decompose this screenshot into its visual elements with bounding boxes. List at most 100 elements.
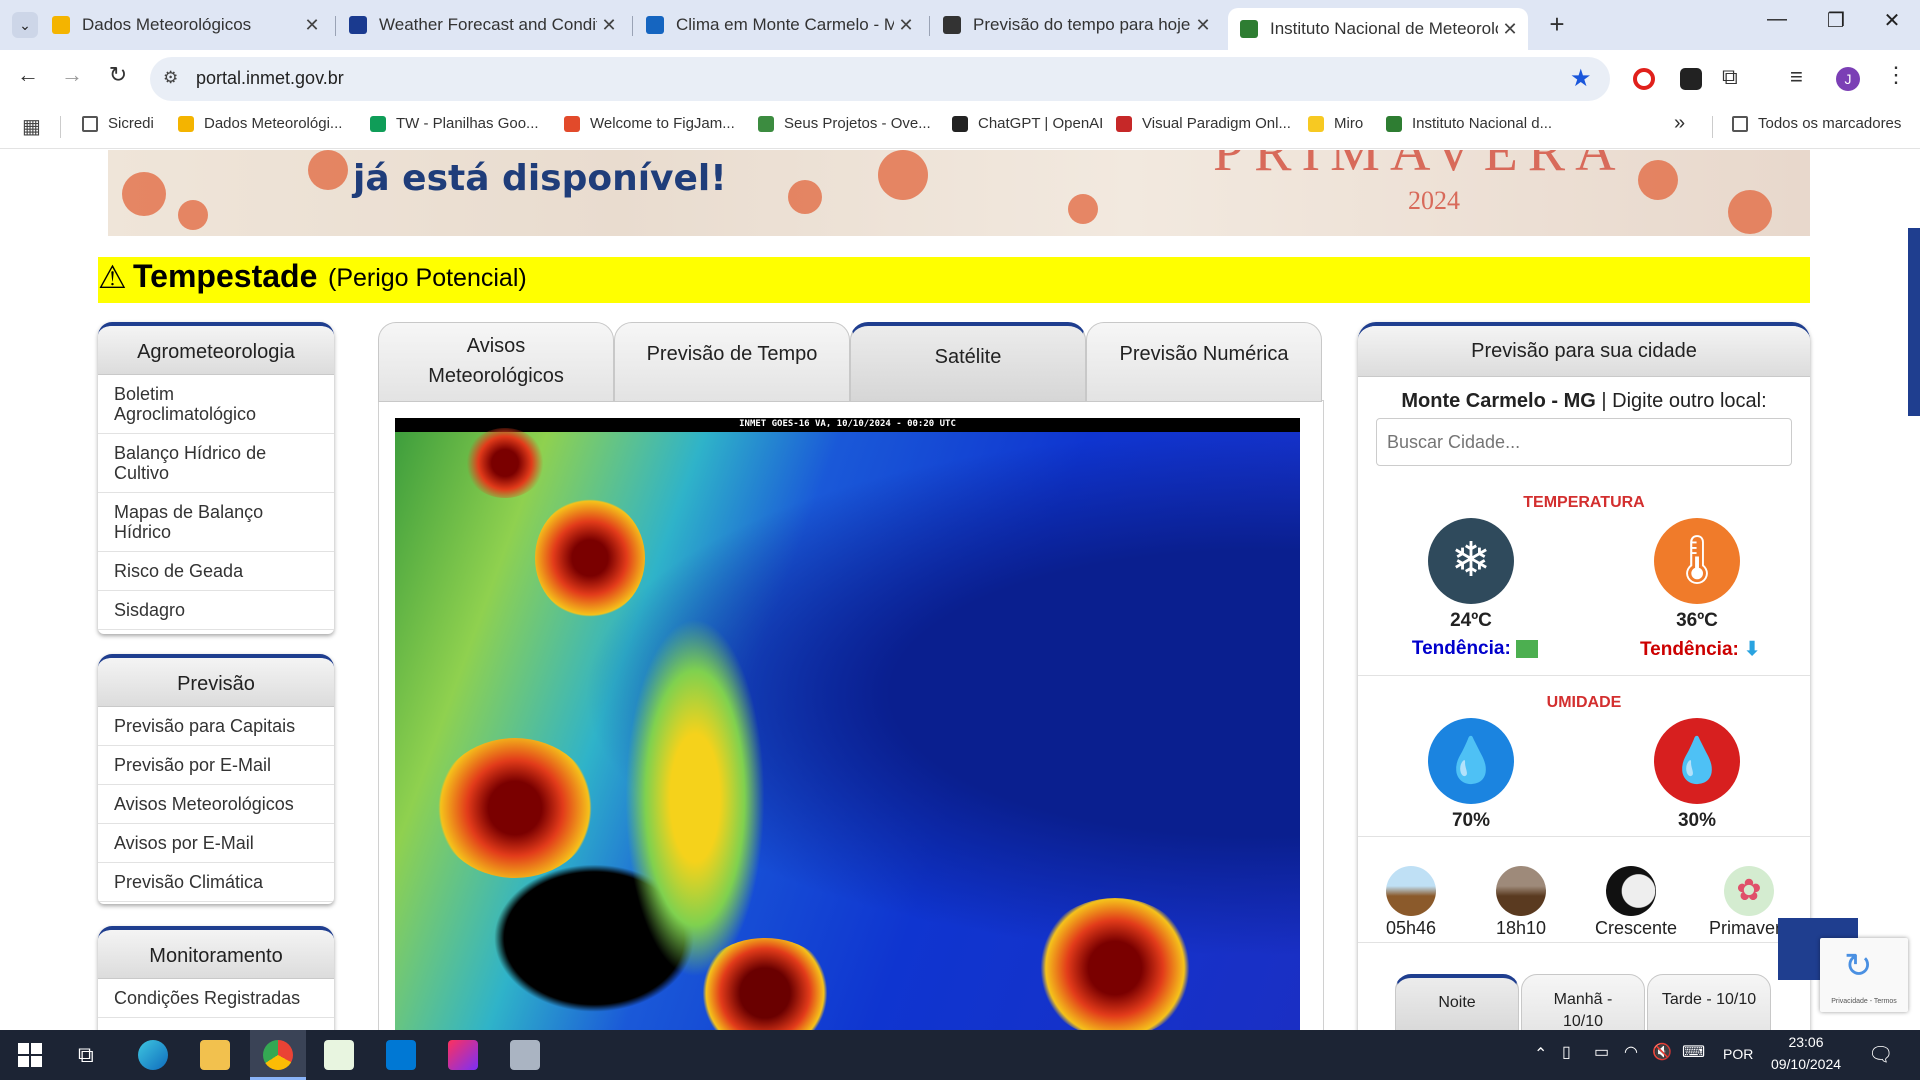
max-temp-trend: Tendência: ⬇ [1625,638,1775,661]
tray-chevron-icon[interactable]: ⌃ [1534,1044,1547,1064]
reload-icon[interactable]: ↻ [103,62,133,88]
folder-icon [82,115,98,132]
tab-close-icon[interactable]: ✕ [300,15,324,36]
city-name: Monte Carmelo - MG [1401,390,1596,412]
bookmark-item[interactable]: Instituto Nacional d... [1386,115,1552,132]
sidebar-link[interactable]: Previsão para Capitais [98,707,334,746]
browser-tab[interactable]: Weather Forecast and Condition✕ [337,8,627,42]
notepad-icon[interactable] [324,1040,354,1070]
sidebar-link[interactable]: Previsão Climática [98,863,334,902]
trend-label: Tendência: [1411,638,1511,659]
address-bar[interactable] [150,57,1610,101]
file-explorer-icon[interactable] [200,1040,230,1070]
extension-icon[interactable] [1680,68,1702,90]
app-icon[interactable] [510,1040,540,1070]
banner-text: já está disponível! [353,158,727,199]
sun-cloud-icon [178,115,194,132]
url-text[interactable]: portal.inmet.gov.br [196,68,344,89]
browser-tab[interactable]: Previsão do tempo para hoje em✕ [931,8,1221,42]
openai-icon [952,115,968,132]
restore-icon[interactable]: ❐ [1816,8,1856,33]
keyboard-icon[interactable]: ⌨ [1682,1042,1705,1062]
task-view-icon[interactable]: ⧉ [78,1042,94,1068]
content-tab[interactable]: Previsão de Tempo [614,322,850,402]
sidebar-link[interactable]: Sisdagro [98,591,334,630]
tab-close-icon[interactable]: ✕ [1191,15,1215,36]
storm-cell [435,738,595,878]
chrome-icon[interactable] [263,1040,293,1070]
sidebar-panel: Agrometeorologia Boletim Agroclimatológic… [98,322,334,634]
edge-icon[interactable] [138,1040,168,1070]
close-window-icon[interactable]: ✕ [1872,8,1912,33]
sidebar-link[interactable]: Avisos Meteorológicos [98,785,334,824]
windows-start-icon[interactable] [18,1043,42,1067]
tab-close-icon[interactable]: ✕ [1498,19,1522,40]
storm-cell [535,498,645,618]
bookmark-item[interactable]: Dados Meteorológi... [178,115,342,132]
apps-grid-icon[interactable]: ▦ [22,114,41,139]
tab-close-icon[interactable]: ✕ [597,15,621,36]
bookmark-item[interactable]: Sicredi [82,115,154,132]
notification-icon[interactable]: 🗨 [1868,1042,1893,1067]
sidebar-link[interactable]: Boletim Agroclimatológico [98,375,334,434]
language-indicator[interactable]: POR [1723,1046,1753,1062]
menu-icon[interactable]: ⋮ [1885,62,1907,88]
clock-date[interactable]: 09/10/2024 [1766,1056,1846,1072]
sidebar-link[interactable]: Mapas de Balanço Hídrico [98,493,334,552]
trend-down-icon: ⬇ [1744,639,1761,660]
clock-time[interactable]: 23:06 [1766,1034,1846,1050]
spring-banner[interactable]: já está disponível! PRIMAVERA 2024 [108,150,1810,236]
media-control-icon[interactable]: ≡ [1790,64,1803,90]
bookmark-item[interactable]: Visual Paradigm Onl... [1116,115,1291,132]
new-tab-button[interactable]: + [1542,9,1572,40]
city-search-input[interactable] [1376,418,1792,466]
trend-stable-icon [1516,639,1539,658]
tab-close-icon[interactable]: ✕ [894,15,918,36]
browser-tab[interactable]: Dados Meteorológicos ✕ [40,8,330,42]
bookmark-label: Instituto Nacional d... [1412,115,1553,132]
puzzle-icon[interactable]: ⧉ [1722,64,1738,90]
warning-icon: ⚠ [98,259,127,295]
back-icon[interactable]: ← [13,62,43,88]
bookmark-item[interactable]: ChatGPT | OpenAI [952,115,1103,132]
sidebar-link[interactable]: Avisos por E-Mail [98,824,334,863]
page-scrollbar-thumb[interactable] [1908,228,1920,416]
battery-icon[interactable]: ▭ [1594,1042,1609,1062]
vscode-icon[interactable] [386,1040,416,1070]
content-tab[interactable]: Satélite [850,322,1086,402]
bookmark-item[interactable]: Miro [1308,115,1363,132]
opera-extension-icon[interactable] [1633,68,1655,90]
wifi-icon[interactable]: ◠ [1624,1042,1638,1062]
bookmark-item[interactable]: TW - Planilhas Goo... [370,115,539,132]
site-info-icon[interactable]: ⚙ [163,68,178,88]
tab-title: Clima em Monte Carmelo - MG [676,15,894,34]
tray-device-icon[interactable]: ▯ [1562,1042,1571,1062]
recaptcha-badge[interactable]: ↻ Privacidade - Termos [1820,938,1908,1012]
satellite-image[interactable]: INMET GOES-16 VA, 10/10/2024 - 00:20 UTC [395,418,1300,1030]
browser-tab[interactable]: Clima em Monte Carmelo - MG ✕ [634,8,924,42]
bookmark-item[interactable]: Seus Projetos - Ove... [758,115,931,132]
intellij-icon[interactable] [448,1040,478,1070]
bookmark-item[interactable]: Welcome to FigJam... [564,115,735,132]
divider [1358,675,1810,676]
tab-search-button[interactable]: ⌄ [12,12,38,38]
browser-tab[interactable]: Instituto Nacional de Meteorolo ✕ [1228,8,1528,50]
sidebar-link[interactable]: Previsão por E-Mail [98,746,334,785]
profile-avatar[interactable]: J [1836,67,1860,91]
banner-season: PRIMAVERA [1213,150,1626,183]
min-humidity: 30% [1677,810,1717,831]
content-tab[interactable]: Previsão Numérica [1086,322,1322,402]
sidebar-link[interactable]: Risco de Geada [98,552,334,591]
bookmark-star-icon[interactable]: ★ [1570,64,1592,93]
sidebar-panel-header: Monitoramento [98,930,334,979]
all-bookmarks-folder[interactable]: Todos os marcadores [1732,115,1901,132]
sidebar-link[interactable]: Balanço Hídrico de Cultivo [98,434,334,493]
content-tab[interactable]: Avisos Meteorológicos [378,322,614,402]
minimize-icon[interactable]: — [1757,8,1797,31]
speaker-mute-icon[interactable]: 🔇 [1652,1042,1672,1062]
max-humidity: 70% [1451,810,1491,831]
tab-title: Dados Meteorológicos [82,15,252,34]
sidebar-link[interactable]: Condições Registradas [98,979,334,1018]
forward-icon[interactable]: → [57,62,87,88]
more-bookmarks-button[interactable]: » [1674,112,1685,135]
